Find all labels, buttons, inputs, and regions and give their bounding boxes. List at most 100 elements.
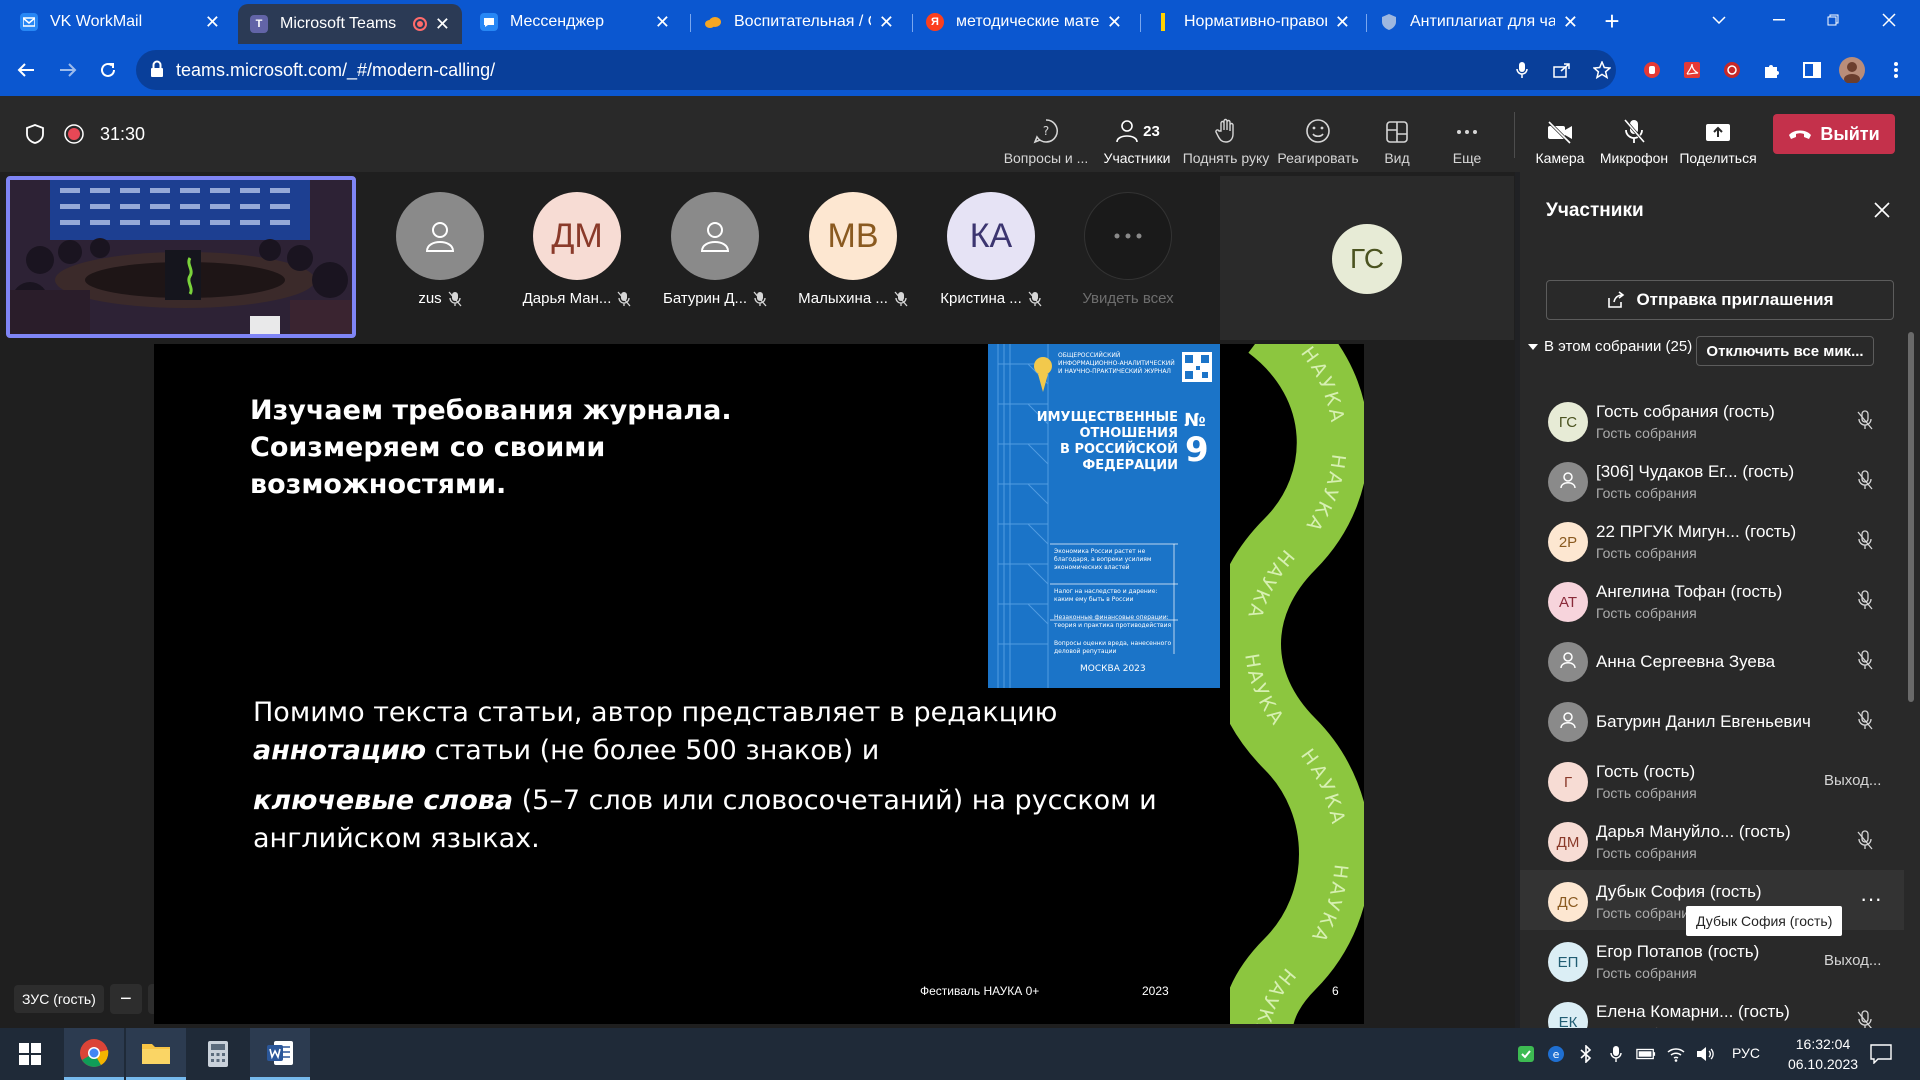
avatar-initials: 2Р bbox=[1558, 533, 1578, 551]
chrome-taskbar-button[interactable] bbox=[64, 1028, 124, 1080]
tab-vk-workmail[interactable]: VK WorkMail ✕ bbox=[8, 4, 232, 40]
speaker-tile[interactable]: ГС bbox=[1220, 176, 1514, 340]
share-button[interactable]: Поделиться bbox=[1676, 106, 1760, 166]
notifications-icon[interactable] bbox=[1868, 1042, 1894, 1066]
participant-tile-baturin[interactable]: Батурин Д... bbox=[662, 192, 767, 307]
restore-icon[interactable] bbox=[1810, 0, 1856, 40]
explorer-taskbar-button[interactable] bbox=[126, 1028, 186, 1080]
volume-icon[interactable] bbox=[1696, 1044, 1716, 1064]
avatar: ГС bbox=[1548, 402, 1588, 442]
input-language[interactable]: РУС bbox=[1732, 1045, 1760, 1061]
participant-row[interactable]: [306] Чудаков Ег... (гость) Гость собрани… bbox=[1520, 450, 1904, 510]
forward-icon[interactable] bbox=[52, 54, 84, 86]
panel-title: Участники bbox=[1546, 200, 1644, 221]
qa-button[interactable]: ? Вопросы и ... bbox=[1000, 106, 1092, 166]
call-toolbar: 31:30 ? Вопросы и ... 23 Участники Подня… bbox=[0, 96, 1920, 172]
participant-name: Анна Сергеевна Зуева bbox=[1596, 652, 1776, 671]
participant-tile-zus[interactable]: zus bbox=[390, 192, 490, 307]
journal-cover-image: ОБЩЕРОССИЙСКИЙ ИНФОРМАЦИОННО-АНАЛИТИЧЕСК… bbox=[988, 344, 1220, 688]
clock-date: 06.10.2023 bbox=[1787, 1056, 1859, 1072]
share-screen-icon bbox=[1704, 120, 1732, 144]
participant-role: Гость собрания bbox=[1596, 425, 1697, 441]
camera-button[interactable]: Камера bbox=[1528, 106, 1592, 166]
share-page-icon[interactable] bbox=[1546, 54, 1578, 86]
mute-all-button[interactable]: Отключить все мик... bbox=[1696, 336, 1874, 366]
send-invite-button[interactable]: Отправка приглашения bbox=[1546, 280, 1894, 320]
participant-row[interactable]: ЕП Егор Потапов (гость) Гость собрания Выхо… bbox=[1520, 930, 1904, 990]
new-tab-button[interactable]: + bbox=[1596, 6, 1628, 38]
tab-close-icon[interactable]: ✕ bbox=[879, 12, 894, 33]
participants-button[interactable]: 23 Участники bbox=[1100, 106, 1174, 166]
participant-row[interactable]: 2Р 22 ПРГУК Мигун... (гость) Гость собрани… bbox=[1520, 510, 1904, 570]
extensions-puzzle-icon[interactable] bbox=[1756, 54, 1788, 86]
tab-close-icon[interactable]: ✕ bbox=[1107, 12, 1122, 33]
address-bar[interactable]: teams.microsoft.com/_#/modern-calling/ bbox=[136, 50, 1616, 90]
start-button[interactable] bbox=[0, 1028, 60, 1080]
raise-hand-button[interactable]: Поднять руку bbox=[1180, 106, 1272, 166]
wifi-icon[interactable] bbox=[1666, 1044, 1686, 1064]
extension-red-hand-icon[interactable] bbox=[1636, 54, 1668, 86]
participant-name: Батурин Д... bbox=[662, 290, 748, 307]
panel-scrollbar[interactable] bbox=[1908, 332, 1914, 702]
tab-close-icon[interactable]: ✕ bbox=[1563, 12, 1578, 33]
tab-search-chevron-icon[interactable] bbox=[1696, 0, 1742, 40]
tab-close-icon[interactable]: ✕ bbox=[205, 12, 220, 33]
participant-row[interactable]: ДМ Дарья Мануйло... (гость) Гость собрания bbox=[1520, 810, 1904, 870]
participant-tile-malykhina[interactable]: МВ Малыхина ... bbox=[798, 192, 908, 307]
lock-icon[interactable] bbox=[150, 60, 164, 78]
calculator-taskbar-button[interactable] bbox=[188, 1028, 248, 1080]
more-options-icon[interactable]: ··· bbox=[1860, 886, 1882, 912]
bookmark-star-icon[interactable] bbox=[1586, 54, 1618, 86]
close-panel-icon[interactable] bbox=[1874, 198, 1890, 224]
participant-row[interactable]: ГС Гость собрания (гость) Гость собрания bbox=[1520, 390, 1904, 450]
more-button[interactable]: Еще bbox=[1436, 106, 1498, 166]
word-taskbar-button[interactable] bbox=[250, 1028, 310, 1080]
antivirus-extension-icon[interactable] bbox=[1716, 54, 1748, 86]
participant-row[interactable]: Г Гость (гость) Гость собрания Выход... bbox=[1520, 750, 1904, 810]
tab-regulatory[interactable]: Нормативно-правов ✕ bbox=[1142, 4, 1362, 40]
back-icon[interactable] bbox=[10, 54, 42, 86]
participant-row[interactable]: Анна Сергеевна Зуева bbox=[1520, 630, 1904, 690]
tab-close-icon[interactable]: ✕ bbox=[1335, 12, 1350, 33]
tab-antiplagiat[interactable]: Антиплагиат для час ✕ bbox=[1368, 4, 1590, 40]
reload-icon[interactable] bbox=[92, 54, 124, 86]
tab-methodical-materials[interactable]: Я методические матер ✕ bbox=[914, 4, 1134, 40]
browser-menu-icon[interactable] bbox=[1880, 54, 1912, 86]
participant-tile-darya[interactable]: ДМ Дарья Ман... bbox=[523, 192, 631, 307]
tray-check-icon[interactable] bbox=[1516, 1044, 1536, 1064]
tab-close-icon[interactable]: ✕ bbox=[435, 14, 450, 35]
see-all-button[interactable]: Увидеть всех bbox=[1078, 192, 1178, 307]
participant-row[interactable]: АТ Ангелина Тофан (гость) Гость собрания bbox=[1520, 570, 1904, 630]
tab-education[interactable]: Воспитательная / О ✕ bbox=[692, 4, 906, 40]
view-button[interactable]: Вид bbox=[1366, 106, 1428, 166]
leave-button[interactable]: Выйти bbox=[1773, 114, 1895, 154]
close-window-icon[interactable] bbox=[1866, 0, 1912, 40]
tray-sync-icon[interactable]: e bbox=[1546, 1044, 1566, 1064]
slide-footer-event: Фестиваль НАУКА 0+ bbox=[920, 984, 1040, 998]
participant-row[interactable]: Батурин Данил Евгеньевич bbox=[1520, 690, 1904, 750]
in-meeting-section-toggle[interactable]: В этом собрании (25) bbox=[1528, 338, 1692, 355]
mic-button[interactable]: Микрофон bbox=[1596, 106, 1672, 166]
avatar bbox=[1548, 642, 1588, 682]
battery-icon[interactable] bbox=[1636, 1044, 1656, 1064]
mic-in-use-icon[interactable] bbox=[1506, 54, 1538, 86]
tab-messenger[interactable]: Мессенджер ✕ bbox=[468, 4, 682, 40]
avatar: ДС bbox=[1548, 882, 1588, 922]
tray-mic-icon[interactable] bbox=[1606, 1044, 1626, 1064]
minimize-icon[interactable] bbox=[1756, 0, 1802, 40]
journal-title: ИМУЩЕСТВЕННЫЕ ОТНОШЕНИЯ В РОССИЙСКОЙ ФЕД… bbox=[1028, 410, 1178, 474]
tab-microsoft-teams[interactable]: T Microsoft Teams ✕ bbox=[238, 4, 462, 44]
bluetooth-icon[interactable] bbox=[1576, 1044, 1596, 1064]
self-video-tile[interactable] bbox=[6, 176, 356, 338]
side-panel-icon[interactable] bbox=[1796, 54, 1828, 86]
zoom-out-button[interactable]: − bbox=[109, 984, 142, 1014]
system-clock[interactable]: 16:32:04 06.10.2023 bbox=[1778, 1034, 1868, 1074]
participant-tile-kristina[interactable]: КА Кристина ... bbox=[940, 192, 1042, 307]
journal-topic: Вопросы оценки вреда, нанесенного делово… bbox=[1054, 640, 1172, 655]
shield-security-icon[interactable] bbox=[26, 124, 44, 144]
pdf-extension-icon[interactable] bbox=[1676, 54, 1708, 86]
tab-close-icon[interactable]: ✕ bbox=[655, 12, 670, 33]
react-button[interactable]: Реагировать bbox=[1276, 106, 1360, 166]
call-timer: 31:30 bbox=[100, 124, 146, 144]
profile-avatar[interactable] bbox=[1836, 54, 1868, 86]
